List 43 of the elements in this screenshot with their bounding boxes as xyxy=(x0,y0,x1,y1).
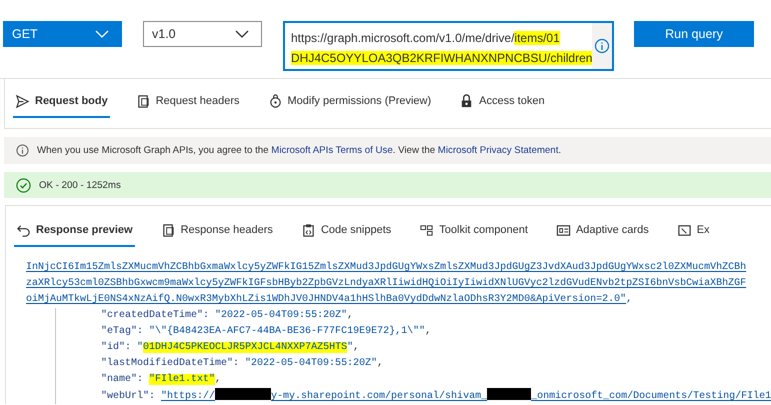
code-line: "id": "01DHJ4C5PKEOCLJR5PXJCL4NXXP7AZ5HTS", xyxy=(101,342,360,353)
checkmark-circle-icon xyxy=(16,178,31,192)
code-line: "name": "FIle1.txt", xyxy=(101,374,222,385)
url-link[interactable]: "https:// y-my.sharepoint.com/personal/shivam_ _onmicrosoft_com/Documents/Testing/FIle1 xyxy=(161,391,771,402)
code-text: "webUrl": xyxy=(101,391,156,402)
chevron-down-icon xyxy=(235,30,249,38)
redaction-bar xyxy=(215,388,272,400)
tab[interactable]: Request body xyxy=(13,90,110,118)
window-icon xyxy=(676,222,692,238)
code-line: "eTag": "\"{B48423EA-AFC7-44BA-BE36-F77FC19E9E72},1\"", xyxy=(101,326,432,337)
url-link[interactable]: oiMjAuMTkwLjE0NS4xNzAifQ.N0wxR3MybXhLZis1WDhJV0JHNDV4a1hHSlhBa0VydDdwNzlaODhsR3Y2MD0&ApiVersion=2.0" xyxy=(26,294,626,305)
tab[interactable]: Code snippets xyxy=(298,219,394,247)
version-dropdown[interactable]: v1.0 xyxy=(143,21,262,47)
url-link[interactable]: InNjcCI6Im15ZmlsZXMucmVhZCBhbGxmaWxlcy5yZWFkIG15ZmlsZXMud3JpdGUgYWxsZmlsZXMud3JpdGUgZ3JvdXAud3JpdGUgYWxsc2l0ZXMucmVhZCBh xyxy=(26,262,746,273)
tab[interactable]: Response headers xyxy=(158,219,275,247)
tab[interactable]: Ex xyxy=(674,219,712,247)
document-icon xyxy=(136,94,151,108)
send-icon xyxy=(15,94,30,108)
notice-link[interactable]: Microsoft APIs Terms of Use xyxy=(271,145,393,156)
run-query-button[interactable]: Run query xyxy=(634,21,754,47)
tab[interactable]: Access token xyxy=(457,90,547,118)
status-message: OK - 200 - 1252ms xyxy=(39,180,121,190)
chevron-down-icon xyxy=(95,30,109,38)
undo-arrow-icon xyxy=(16,222,31,238)
tab[interactable]: Response preview xyxy=(14,219,135,247)
grid-icon xyxy=(419,222,434,238)
code-text: , xyxy=(626,294,632,305)
tab[interactable]: Adaptive cards xyxy=(554,219,651,247)
method-dropdown[interactable]: GET xyxy=(3,21,122,47)
card-icon xyxy=(556,222,571,238)
redaction-bar xyxy=(487,388,532,400)
notice-link[interactable]: Microsoft Privacy Statement xyxy=(438,145,558,156)
code-line: "lastModifiedDateTime": "2022-05-04T09:55:20Z", xyxy=(101,358,384,369)
tab[interactable]: Modify permissions (Preview) xyxy=(266,90,434,118)
document-icon xyxy=(160,222,176,238)
lock-icon xyxy=(268,94,283,108)
tab[interactable]: Toolkit component xyxy=(417,219,530,247)
url-link[interactable]: zaXRlcy53cml0ZSBhbGxwcm9maWxlcy5yZWFkIGFsbHByb2ZpbGVzLndyaXRlIiwidHQiOiIyIiwidXNlUGVyc2lzdGVudENvb2tpZSI6bnVsbCwiaXBhZGF xyxy=(26,278,746,289)
terms-notice: When you use Microsoft Graph APIs, you agree to the Microsoft APIs Terms of Use. View the Microsoft Privacy Statement. xyxy=(37,145,562,156)
clipboard-code-icon xyxy=(300,222,316,238)
info-icon xyxy=(16,144,29,157)
code-line: "createdDateTime": "2022-05-04T09:55:20Z", xyxy=(101,310,354,321)
tab[interactable]: Request headers xyxy=(134,90,242,118)
